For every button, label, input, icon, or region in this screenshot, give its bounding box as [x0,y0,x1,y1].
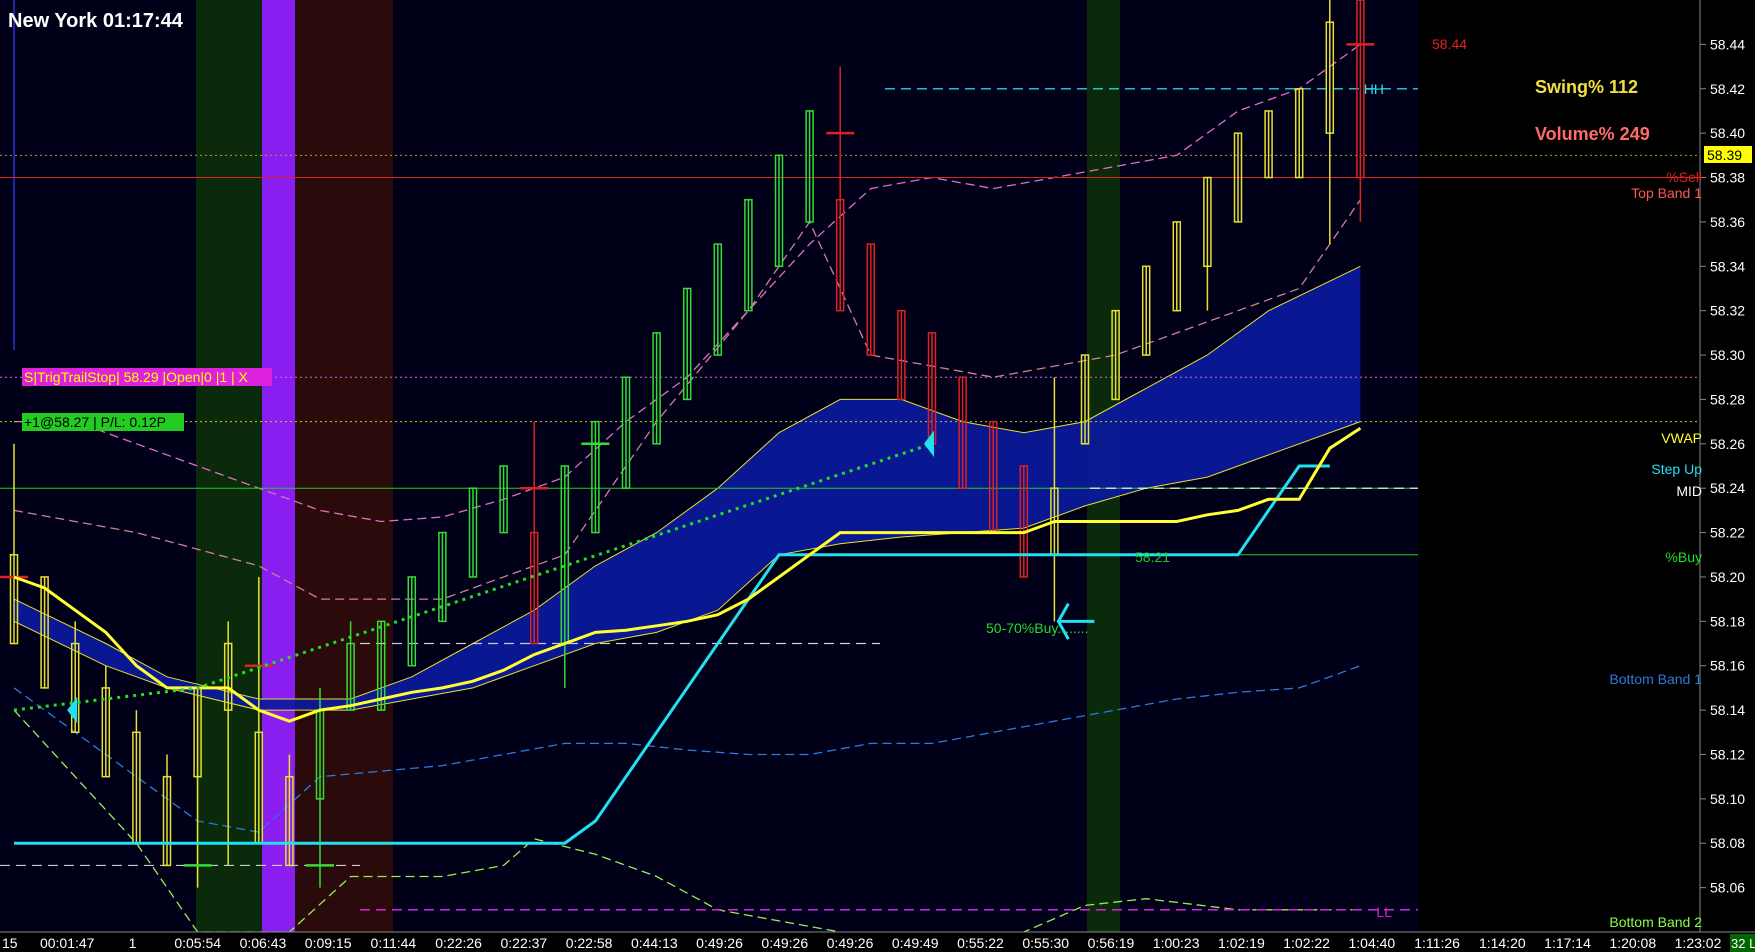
session-zone-green [196,0,262,932]
time-tick-label: 0:22:37 [500,935,547,951]
time-tick-label: 1 [129,935,137,951]
price-chart[interactable]: 58.44 58.42 58.40 58.38 58.36 58.34 58.32 58.30… [0,0,1755,952]
price-tick-label: 58.28 [1710,391,1745,407]
price-tick-label: 58.12 [1710,746,1745,762]
time-tick-label: 0:49:26 [761,935,808,951]
swing-stat: Swing% 112 [1535,77,1638,97]
price-tick-label: 58.24 [1710,480,1745,496]
time-tick-label: 0:49:26 [696,935,743,951]
price-tick-label: 58.06 [1710,880,1745,896]
time-tick-label: 1:17:14 [1544,935,1591,951]
time-tick-label: 1:20:08 [1609,935,1656,951]
price-tick-label: 58.32 [1710,303,1745,319]
time-tick-label: 15 [2,935,18,951]
time-tick-label: 0:22:58 [566,935,613,951]
ll-label: LL [1376,904,1392,920]
time-tick-label: 0:11:44 [371,935,417,951]
time-tick-label: 00:01:47 [40,935,95,951]
time-tick-label: 0:44:13 [631,935,678,951]
price-tick-label: 58.38 [1710,170,1745,186]
time-tick-label: 1:11:26 [1414,935,1460,951]
price-tick-label: 58.34 [1710,258,1745,274]
corner-label: 32 L [1731,936,1755,951]
price-tick-label: 58.22 [1710,525,1745,541]
time-tick-label: 1:23:02 [1675,935,1722,951]
time-tick-label: 0:06:43 [240,935,287,951]
price-tick-label: 58.10 [1710,791,1745,807]
time-tick-label: 1:02:22 [1283,935,1330,951]
buy-value-label: 58.21 [1135,549,1170,565]
price-tick-label: 58.36 [1710,214,1745,230]
position-label: +1@58.27 | P/L: 0.12P [24,414,166,430]
price-tick-label: 58.20 [1710,569,1745,585]
bottom-band1-label: Bottom Band 1 [1609,671,1702,687]
time-tick-label: 1:00:23 [1153,935,1200,951]
sell-label: %Sell [1666,169,1702,185]
price-tick-label: 58.16 [1710,658,1745,674]
clock-title: New York 01:17:44 [8,10,184,32]
vwap-label: VWAP [1661,430,1702,446]
volume-stat: Volume% 249 [1535,124,1650,144]
time-tick-label: 0:55:30 [1022,935,1069,951]
time-tick-label: 0:49:49 [892,935,939,951]
buy-label: %Buy [1665,549,1702,565]
time-tick-label: 0:05:54 [174,935,221,951]
time-tick-label: 0:56:19 [1088,935,1135,951]
price-tick-label: 58.08 [1710,835,1745,851]
price-tick-label: 58.18 [1710,613,1745,629]
mid-label: MID [1676,483,1702,499]
step-up-label: Step Up [1651,461,1702,477]
top-band-label: Top Band 1 [1631,185,1702,201]
price-tick-label: 58.26 [1710,436,1745,452]
price-tick-label: 58.14 [1710,702,1745,718]
price-tick-label: 58.42 [1710,81,1745,97]
price-tick-label: 58.44 [1710,36,1745,52]
session-zone-red [295,0,393,932]
time-tick-label: 0:49:26 [827,935,874,951]
time-tick-label: 0:22:26 [435,935,482,951]
time-tick-label: 1:14:20 [1479,935,1526,951]
time-tick-label: 0:09:15 [305,935,352,951]
time-tick-label: 0:55:22 [957,935,1004,951]
current-price-label: 58.39 [1707,147,1742,163]
buy-zone-label: 50-70%Buy........ [986,620,1088,636]
time-tick-label: 1:02:19 [1218,935,1265,951]
hh-label: HH [1364,81,1384,97]
time-tick-label: 1:04:40 [1348,935,1395,951]
bottom-band2-label: Bottom Band 2 [1609,914,1702,930]
high-marker-label: 58.44 [1432,36,1467,52]
price-tick-label: 58.40 [1710,125,1745,141]
price-tick-label: 58.30 [1710,347,1745,363]
trail-stop-label: S|TrigTrailStop| 58.29 |Open|0 |1 | X [24,369,249,385]
